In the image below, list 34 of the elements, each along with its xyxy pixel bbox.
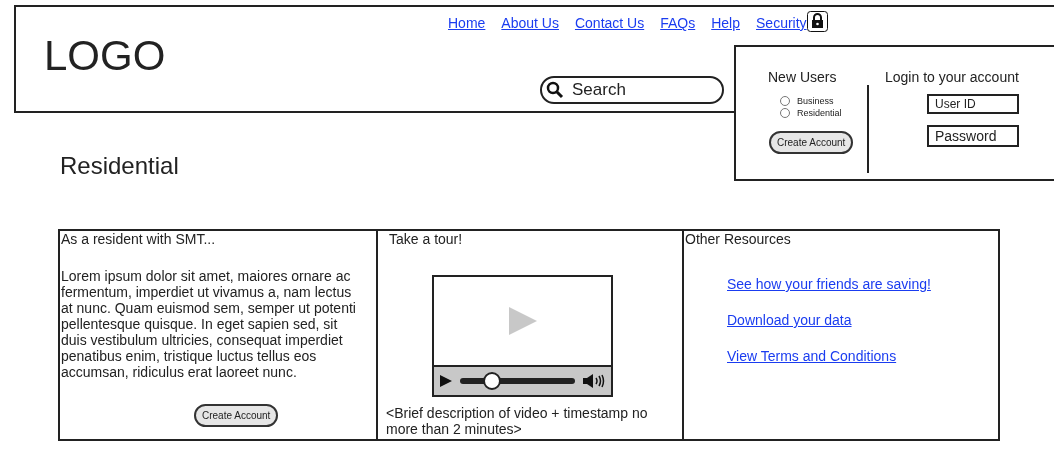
nav-link[interactable]: Help [711,13,740,33]
logo: LOGO [44,35,166,77]
password-field[interactable]: Password [927,125,1019,147]
search-field[interactable]: Search [540,76,724,104]
video-player[interactable] [432,275,613,397]
body-paragraph: Lorem ipsum dolor sit amet, maiores ornare ac fermentum, imperdiet ut vivamus a, nam lectus at nunc. Quam euismod sem, semper ut potenti pellentesque quisque. In eget sapien sed, sit duis vestibulum ultricies, consequat imperdiet penatibus enim, tristique luctus tellus eos accumsan, ridiculus erat laoreet nunc. [61,268,357,380]
radio-button[interactable] [780,108,790,118]
video-caption: <Brief description of video + timestamp no more than 2 minutes> [386,405,649,437]
page-title: Residential [60,151,179,181]
resource-link[interactable]: Download your data [727,312,852,328]
nav-link[interactable]: Home [448,13,486,33]
resource-link[interactable]: View Terms and Conditions [727,348,897,364]
radio-label: Business [797,95,834,107]
nav-link[interactable]: Security [756,13,807,33]
panel-heading: Login to your account [885,68,1019,87]
create-account-button[interactable]: Create Account [769,131,854,154]
user-id-field[interactable]: User ID [927,94,1019,114]
volume-icon[interactable] [583,374,605,388]
nav-link[interactable]: FAQs [660,13,696,33]
create-account-button[interactable]: Create Account [194,404,279,427]
seek-slider[interactable] [460,372,575,390]
radio-label: Residential [797,107,842,119]
search-icon [546,81,564,99]
resource-link[interactable]: See how your friends are saving! [727,276,931,292]
column-heading: As a resident with SMT... [61,231,216,247]
column-heading: Other Resources [685,231,791,247]
column-heading: Take a tour! [389,231,463,247]
lock-icon [806,11,828,32]
radio-button[interactable] [780,96,790,106]
panel-heading: New Users [768,68,837,87]
nav-link[interactable]: Contact Us [574,13,645,33]
slider-thumb[interactable] [483,372,502,390]
nav-link[interactable]: About Us [501,13,559,33]
play-icon[interactable] [440,375,452,387]
